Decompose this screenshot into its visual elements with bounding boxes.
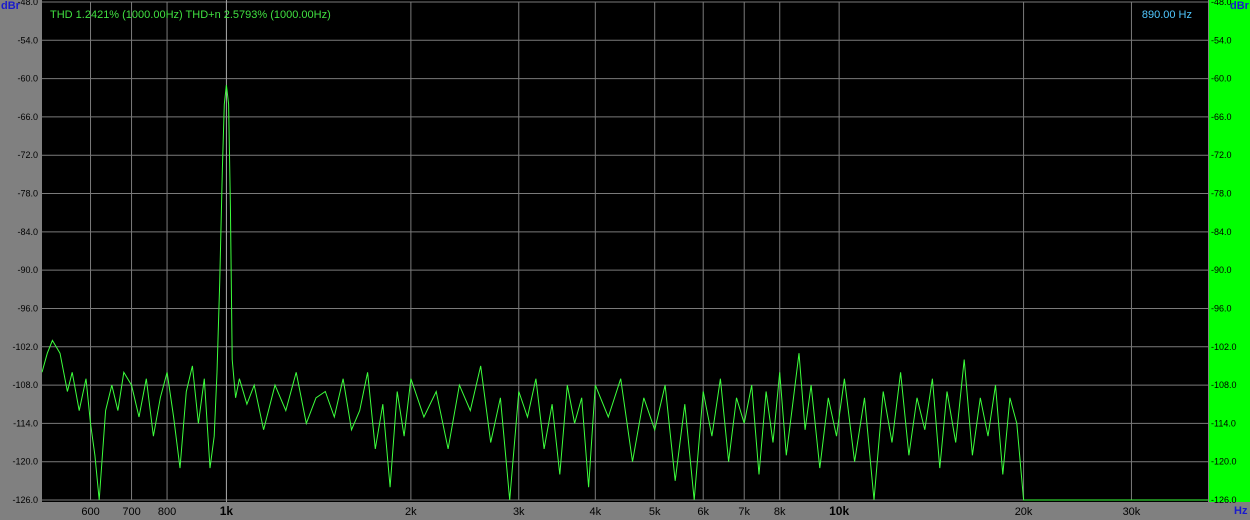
plot-area[interactable] [42, 0, 1208, 502]
y-tick-label: -66.0 [17, 112, 38, 122]
y-tick-label-right: -54.0 [1211, 35, 1232, 45]
x-tick-label: 20k [1015, 506, 1033, 518]
x-tick-label: 1k [220, 504, 234, 518]
y-tick-label-right: -84.0 [1211, 227, 1232, 237]
x-tick-label: 3k [513, 506, 525, 518]
y-tick-label-right: -60.0 [1211, 74, 1232, 84]
y-tick-label: -48.0 [17, 0, 38, 7]
y-tick-label: -90.0 [17, 265, 38, 275]
x-tick-label: 800 [158, 506, 176, 518]
y-tick-label-right: -114.0 [1211, 418, 1236, 428]
y-tick-label: -72.0 [17, 150, 38, 160]
y-tick-label: -54.0 [17, 35, 38, 45]
y-tick-label-right: -78.0 [1211, 189, 1232, 199]
y-tick-label-right: -90.0 [1211, 265, 1232, 275]
y-tick-label-right: -96.0 [1211, 303, 1232, 313]
y-tick-label: -78.0 [17, 189, 38, 199]
y-tick-label-right: -102.0 [1211, 342, 1237, 352]
x-tick-label: 6k [697, 506, 709, 518]
x-unit-label: Hz [1234, 505, 1248, 517]
y-tick-label-right: -48.0 [1211, 0, 1232, 7]
y-tick-label: -102.0 [12, 342, 38, 352]
y-tick-label: -84.0 [17, 227, 38, 237]
y-tick-label-right: -66.0 [1211, 112, 1232, 122]
x-tick-label: 30k [1123, 506, 1141, 518]
x-tick-label: 4k [589, 506, 601, 518]
x-tick-label: 600 [81, 506, 99, 518]
y-tick-label-right: -126.0 [1211, 495, 1237, 505]
y-tick-label: -114.0 [13, 418, 38, 428]
x-tick-label: 700 [122, 506, 140, 518]
y-tick-label: -126.0 [12, 495, 38, 505]
x-tick-label: 5k [649, 506, 661, 518]
x-tick-label: 10k [829, 504, 849, 518]
y-tick-label: -60.0 [17, 74, 38, 84]
y-tick-label-right: -72.0 [1211, 150, 1232, 160]
y-tick-label-right: -120.0 [1211, 457, 1237, 467]
x-tick-label: 2k [405, 506, 417, 518]
y-unit-label-right: dBr [1230, 0, 1250, 12]
thd-readout: THD 1.2421% (1000.00Hz) THD+n 2.5793% (1… [50, 9, 331, 21]
y-tick-label: -96.0 [17, 303, 38, 313]
x-tick-label: 8k [774, 506, 786, 518]
cursor-frequency-readout: 890.00 Hz [1142, 9, 1192, 21]
y-tick-label-right: -108.0 [1211, 380, 1237, 390]
y-tick-label: -108.0 [12, 380, 38, 390]
y-tick-label: -120.0 [12, 457, 38, 467]
y-unit-label-left: dBr [1, 0, 21, 12]
spectrum-analyzer-chart: -48.0 -54.0 -60.0 -66.0 -72.0 -78.0 -84.0 -90.0… [0, 0, 1250, 520]
x-tick-label: 7k [738, 506, 750, 518]
